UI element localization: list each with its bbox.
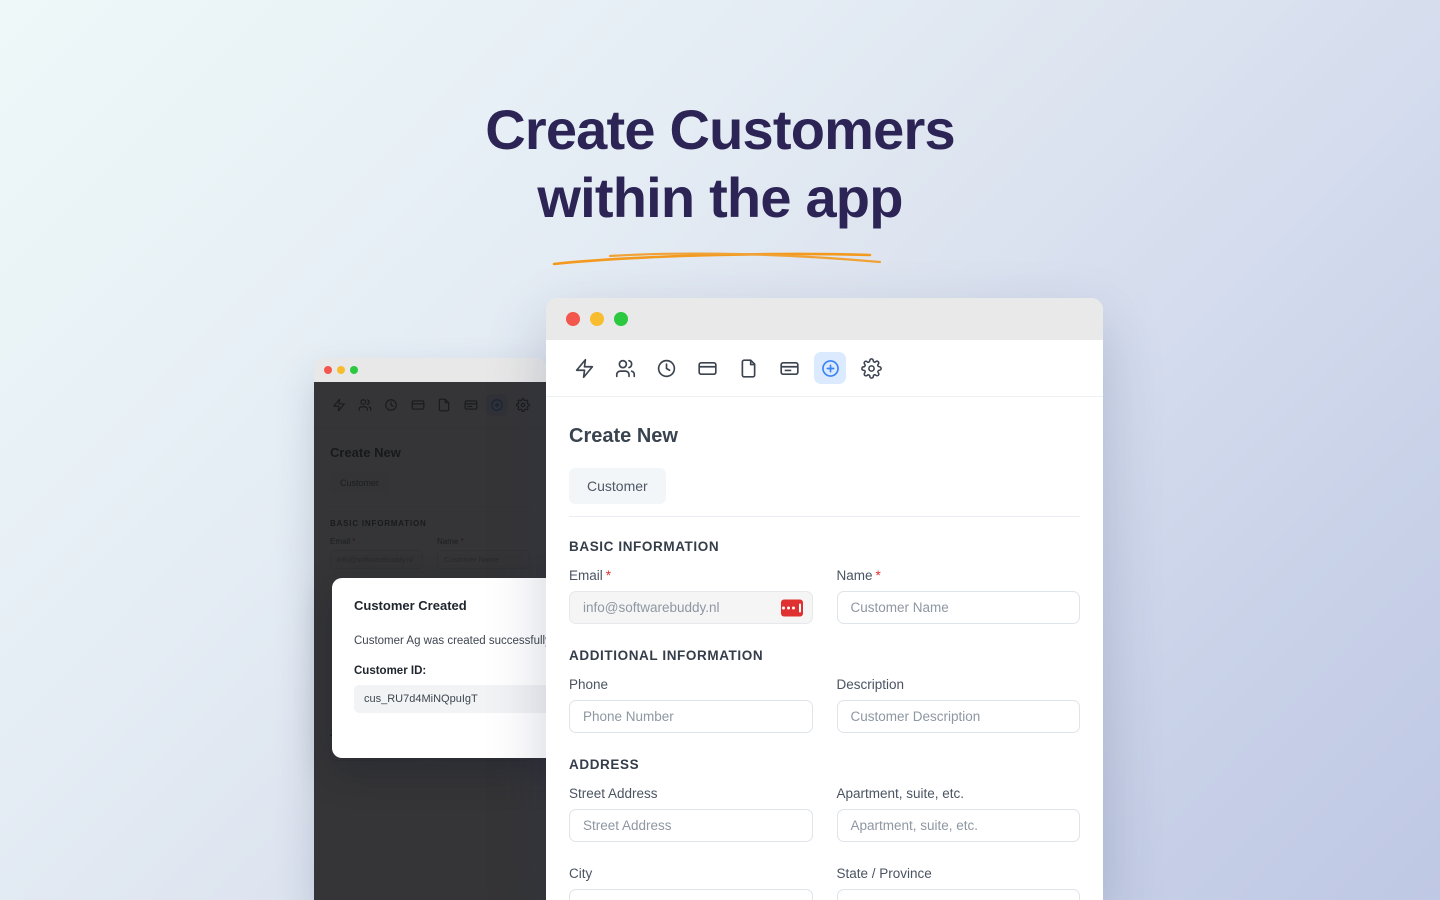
section-title-additional-information: ADDITIONAL INFORMATION (569, 648, 764, 663)
city-field[interactable]: City (569, 889, 813, 900)
zoom-button[interactable] (614, 312, 628, 326)
back-page-title: Create New (330, 445, 401, 460)
state-province-field[interactable]: State / Province (836, 889, 1080, 900)
field-row: Email * info@softwarebuddy.nl Name * Custo… (569, 568, 1080, 624)
document-icon[interactable] (732, 352, 764, 384)
description-field[interactable]: Customer Description (836, 700, 1080, 733)
users-icon[interactable] (354, 394, 375, 416)
front-window-titlebar (546, 298, 1103, 340)
back-section-title-basic: BASIC INFORMATION (330, 519, 427, 528)
clock-icon[interactable] (381, 394, 402, 416)
back-input-name[interactable]: Customer Name (437, 550, 530, 569)
create-new-form: Create New Customer BASIC INFORMATION Em… (546, 397, 1103, 900)
field-street-address: Street Address Street Address (569, 786, 813, 842)
apartment-field[interactable]: Apartment, suite, etc. (836, 809, 1080, 842)
card-list-icon[interactable] (773, 352, 805, 384)
email-placeholder: info@softwarebuddy.nl (583, 600, 720, 615)
close-button[interactable] (324, 366, 332, 374)
back-field-name: Name * Customer Name (437, 537, 530, 569)
required-marker: * (350, 537, 356, 546)
plus-circle-icon[interactable] (814, 352, 846, 384)
back-tab-customer[interactable]: Customer (330, 472, 390, 494)
close-button[interactable] (566, 312, 580, 326)
section-title-address: ADDRESS (569, 757, 640, 772)
section-title-basic-information: BASIC INFORMATION (569, 539, 720, 554)
credit-card-icon[interactable] (691, 352, 723, 384)
tab-customer[interactable]: Customer (569, 468, 666, 504)
label-state-province: State / Province (836, 866, 932, 881)
label-phone: Phone (569, 677, 609, 692)
underline-swoosh-icon (552, 252, 882, 266)
street-address-field[interactable]: Street Address (569, 809, 813, 842)
app-toolbar (546, 340, 1103, 397)
label-name: Name * (836, 568, 881, 583)
back-field-email: Email * info@softwarebuddy.nl (330, 537, 423, 569)
entity-tabs: Customer (569, 468, 1080, 504)
label-apartment: Apartment, suite, etc. (836, 786, 965, 801)
plus-circle-icon[interactable] (486, 394, 508, 416)
label-street-address: Street Address (569, 786, 658, 801)
divider (330, 506, 530, 507)
users-icon[interactable] (609, 352, 641, 384)
field-city: City City (569, 866, 813, 900)
label-description: Description (836, 677, 905, 692)
gear-icon[interactable] (513, 394, 534, 416)
field-apartment: Apartment, suite, etc. Apartment, suite,… (836, 786, 1080, 842)
clock-icon[interactable] (650, 352, 682, 384)
name-field[interactable]: Customer Name (836, 591, 1080, 624)
label-city: City (569, 866, 593, 881)
minimize-button[interactable] (337, 366, 345, 374)
field-row: Street Address Street Address Apartment,… (569, 786, 1080, 842)
back-label-name: Name (437, 537, 459, 546)
back-toolbar (314, 382, 546, 429)
label-email: Email * (569, 568, 612, 583)
password-manager-icon[interactable] (780, 599, 803, 616)
required-marker: * (458, 537, 464, 546)
field-name: Name * Customer Name (836, 568, 1080, 624)
divider (569, 516, 1080, 517)
credit-card-icon[interactable] (407, 394, 428, 416)
back-label-email: Email (330, 537, 351, 546)
field-row: Phone Phone Number Description Customer … (569, 677, 1080, 733)
field-row: City City State / Province State / Provi… (569, 866, 1080, 900)
zoom-button[interactable] (350, 366, 358, 374)
back-window-titlebar (314, 358, 546, 382)
back-input-email[interactable]: info@softwarebuddy.nl (330, 550, 423, 569)
create-new-window[interactable]: Create New Customer BASIC INFORMATION Em… (546, 298, 1103, 900)
bolt-icon[interactable] (328, 394, 349, 416)
headline-line-1: Create Customers (485, 98, 955, 161)
card-list-icon[interactable] (460, 394, 481, 416)
field-phone: Phone Phone Number (569, 677, 813, 733)
back-field-row: Email * info@softwarebuddy.nl Name * Cus… (330, 537, 530, 569)
gear-icon[interactable] (855, 352, 887, 384)
bolt-icon[interactable] (568, 352, 600, 384)
field-description: Description Customer Description (836, 677, 1080, 733)
email-field[interactable]: info@softwarebuddy.nl (569, 591, 813, 624)
document-icon[interactable] (434, 394, 455, 416)
field-state-province: State / Province State / Province (836, 866, 1080, 900)
page-root: Create Customers within the app Create N… (0, 0, 1440, 900)
headline-line-2: within the app (537, 166, 903, 229)
phone-field[interactable]: Phone Number (569, 700, 813, 733)
page-title: Create Customers within the app (0, 96, 1440, 232)
section-heading-create-new: Create New (569, 425, 678, 447)
minimize-button[interactable] (590, 312, 604, 326)
field-email: Email * info@softwarebuddy.nl (569, 568, 813, 624)
required-marker: * (875, 568, 881, 583)
required-marker: * (605, 568, 612, 583)
